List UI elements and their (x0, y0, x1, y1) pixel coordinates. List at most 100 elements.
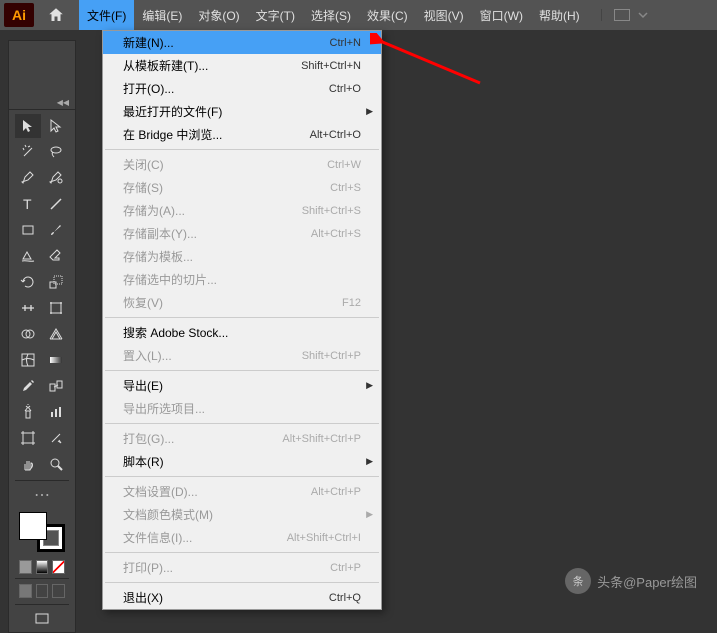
menu-item-label: 打包(G)... (123, 430, 282, 447)
magic-wand-tool[interactable] (15, 140, 41, 164)
menu-item[interactable]: 导出(E) ▶ (103, 374, 381, 397)
menu-item: 打包(G)...Alt+Shift+Ctrl+P (103, 427, 381, 450)
shape-builder-tool[interactable] (15, 322, 41, 346)
app-logo: Ai (4, 3, 34, 27)
shaper-tool[interactable] (15, 244, 41, 268)
edit-toolbar-button[interactable]: ⋯ (15, 480, 69, 504)
menu-item-shortcut: Alt+Ctrl+O (310, 129, 361, 141)
menu-separator (105, 317, 379, 318)
menu-item-shortcut: Ctrl+W (327, 159, 361, 171)
paintbrush-tool[interactable] (43, 218, 69, 242)
pen-tool[interactable] (15, 166, 41, 190)
draw-normal-icon[interactable] (19, 584, 32, 598)
workspace-switcher[interactable] (601, 9, 648, 21)
menu-separator (105, 582, 379, 583)
curvature-tool[interactable] (43, 166, 69, 190)
blend-tool[interactable] (43, 374, 69, 398)
menu-item[interactable]: 搜索 Adobe Stock... (103, 321, 381, 344)
menubar: 文件(F)编辑(E)对象(O)文字(T)选择(S)效果(C)视图(V)窗口(W)… (79, 0, 588, 30)
menu-item[interactable]: 脚本(R)▶ (103, 450, 381, 473)
gradient-tool[interactable] (43, 348, 69, 372)
gradient-mode-icon[interactable] (36, 560, 49, 574)
menu-item[interactable]: 选择(S) (303, 0, 359, 30)
menu-item[interactable]: 帮助(H) (531, 0, 588, 30)
tools-panel: ◀◀ T (8, 40, 76, 633)
mesh-tool[interactable] (15, 348, 41, 372)
menu-item[interactable]: 文件(F) (79, 0, 134, 30)
menu-item[interactable]: 窗口(W) (472, 0, 531, 30)
menu-item: 存储选中的切片... (103, 268, 381, 291)
menu-item[interactable]: 对象(O) (190, 0, 247, 30)
direct-selection-tool[interactable] (43, 114, 69, 138)
screen-mode-button[interactable] (15, 604, 69, 628)
collapse-icon[interactable]: ◀◀ (57, 98, 69, 107)
layout-icon (614, 9, 630, 21)
symbol-sprayer-tool[interactable] (15, 400, 41, 424)
zoom-tool[interactable] (43, 452, 69, 476)
draw-inside-icon[interactable] (52, 584, 65, 598)
eraser-tool[interactable] (43, 244, 69, 268)
menu-item: 关闭(C)Ctrl+W (103, 153, 381, 176)
width-tool[interactable] (15, 296, 41, 320)
menu-item[interactable]: 打开(O)...Ctrl+O (103, 77, 381, 100)
rectangle-tool[interactable] (15, 218, 41, 242)
menu-item[interactable]: 在 Bridge 中浏览...Alt+Ctrl+O (103, 123, 381, 146)
menu-item-label: 存储(S) (123, 179, 330, 196)
titlebar: Ai 文件(F)编辑(E)对象(O)文字(T)选择(S)效果(C)视图(V)窗口… (0, 0, 717, 30)
menu-item-label: 打印(P)... (123, 559, 330, 576)
menu-item-shortcut: Ctrl+S (330, 182, 361, 194)
selection-tool[interactable] (15, 114, 41, 138)
menu-item[interactable]: 从模板新建(T)...Shift+Ctrl+N (103, 54, 381, 77)
menu-item-label: 打开(O)... (123, 80, 329, 97)
menu-item-label: 文件信息(I)... (123, 529, 287, 546)
scale-tool[interactable] (43, 270, 69, 294)
menu-item-shortcut: Alt+Ctrl+S (311, 228, 361, 240)
none-mode-icon[interactable] (52, 560, 65, 574)
menu-item: 存储(S)Ctrl+S (103, 176, 381, 199)
lasso-tool[interactable] (43, 140, 69, 164)
menu-item-label: 文档设置(D)... (123, 483, 311, 500)
menu-item-label: 文档颜色模式(M) (123, 506, 361, 523)
menu-item: 文档设置(D)...Alt+Ctrl+P (103, 480, 381, 503)
menu-item[interactable]: 最近打开的文件(F) ▶ (103, 100, 381, 123)
fill-color[interactable] (19, 512, 47, 540)
menu-item-label: 存储选中的切片... (123, 271, 361, 288)
free-transform-tool[interactable] (43, 296, 69, 320)
perspective-grid-tool[interactable] (43, 322, 69, 346)
column-graph-tool[interactable] (43, 400, 69, 424)
menu-separator (105, 476, 379, 477)
menu-item[interactable]: 编辑(E) (134, 0, 190, 30)
rotate-tool[interactable] (15, 270, 41, 294)
menu-item: 存储为模板... (103, 245, 381, 268)
home-button[interactable] (42, 3, 70, 27)
line-segment-tool[interactable] (43, 192, 69, 216)
submenu-arrow-icon: ▶ (366, 380, 373, 391)
menu-item: 文件信息(I)...Alt+Shift+Ctrl+I (103, 526, 381, 549)
chevron-down-icon (638, 10, 648, 20)
menu-item-label: 搜索 Adobe Stock... (123, 324, 361, 341)
menu-separator (105, 149, 379, 150)
eyedropper-tool[interactable] (15, 374, 41, 398)
submenu-arrow-icon: ▶ (366, 509, 373, 520)
slice-tool[interactable] (43, 426, 69, 450)
menu-item-label: 退出(X) (123, 589, 329, 606)
color-mode-icon[interactable] (19, 560, 32, 574)
menu-item[interactable]: 文字(T) (248, 0, 303, 30)
menu-item[interactable]: 效果(C) (359, 0, 416, 30)
submenu-arrow-icon: ▶ (366, 106, 373, 117)
menu-item-label: 存储副本(Y)... (123, 225, 311, 242)
menu-item-shortcut: Ctrl+N (330, 37, 361, 49)
hand-tool[interactable] (15, 452, 41, 476)
menu-item-label: 最近打开的文件(F) (123, 103, 361, 120)
fill-stroke-swatch[interactable] (17, 512, 67, 552)
menu-item: 导出所选项目... (103, 397, 381, 420)
menu-item[interactable]: 新建(N)...Ctrl+N (103, 31, 381, 54)
artboard-tool[interactable] (15, 426, 41, 450)
draw-behind-icon[interactable] (36, 584, 49, 598)
menu-item-label: 导出(E) (123, 377, 361, 394)
menu-item[interactable]: 视图(V) (416, 0, 472, 30)
menu-item-shortcut: Alt+Shift+Ctrl+P (282, 433, 361, 445)
type-tool[interactable]: T (15, 192, 41, 216)
menu-item-label: 从模板新建(T)... (123, 57, 301, 74)
menu-item: 打印(P)...Ctrl+P (103, 556, 381, 579)
